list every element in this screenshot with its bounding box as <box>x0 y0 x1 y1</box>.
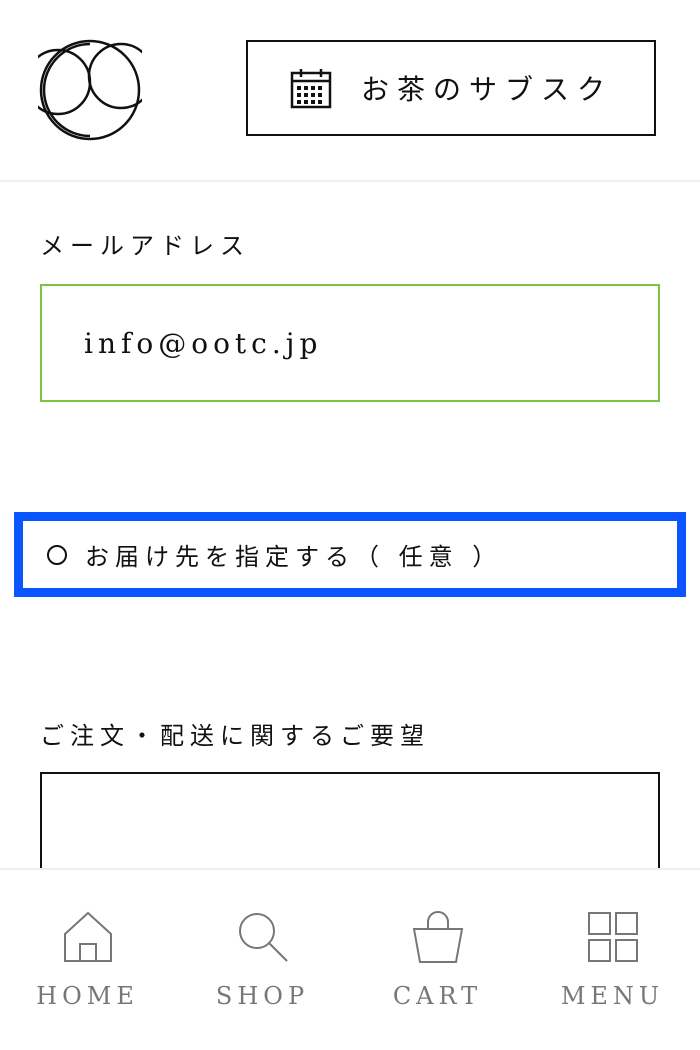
logo-icon[interactable] <box>38 38 142 142</box>
email-field[interactable] <box>82 325 658 361</box>
delivery-address-toggle-label: お届け先を指定する（ 任意 ） <box>85 543 503 571</box>
search-icon <box>238 913 288 962</box>
email-label: メールアドレス <box>40 232 250 260</box>
subscription-button-label: お茶のサブスク <box>360 73 613 106</box>
calendar-icon <box>290 69 332 109</box>
request-label: ご注文・配送に関するご要望 <box>40 722 430 750</box>
cart-icon <box>412 911 463 963</box>
nav-item-menu[interactable]: MENU <box>525 870 700 1050</box>
nav-label-cart: CART <box>392 982 483 1010</box>
home-icon <box>63 911 112 962</box>
nav-label-menu: MENU <box>560 982 665 1010</box>
nav-item-shop[interactable]: SHOP <box>175 870 350 1050</box>
menu-grid-icon <box>587 912 638 962</box>
radio-icon[interactable] <box>47 544 67 565</box>
checkout-page: お茶のサブスク メールアドレス お届け先を指定する（ 任意 ） ご注文・配送に関… <box>0 0 700 1050</box>
nav-label-shop: SHOP <box>215 982 310 1010</box>
nav-item-cart[interactable]: CART <box>350 870 525 1050</box>
subscription-button[interactable]: お茶のサブスク <box>246 40 656 136</box>
delivery-address-toggle[interactable]: お届け先を指定する（ 任意 ） <box>14 512 686 597</box>
header: お茶のサブスク <box>0 0 700 182</box>
bottom-nav: HOME SHOP CART MENU <box>0 868 700 1050</box>
nav-label-home: HOME <box>36 982 139 1010</box>
email-field-box <box>40 284 660 402</box>
nav-item-home[interactable]: HOME <box>0 870 175 1050</box>
